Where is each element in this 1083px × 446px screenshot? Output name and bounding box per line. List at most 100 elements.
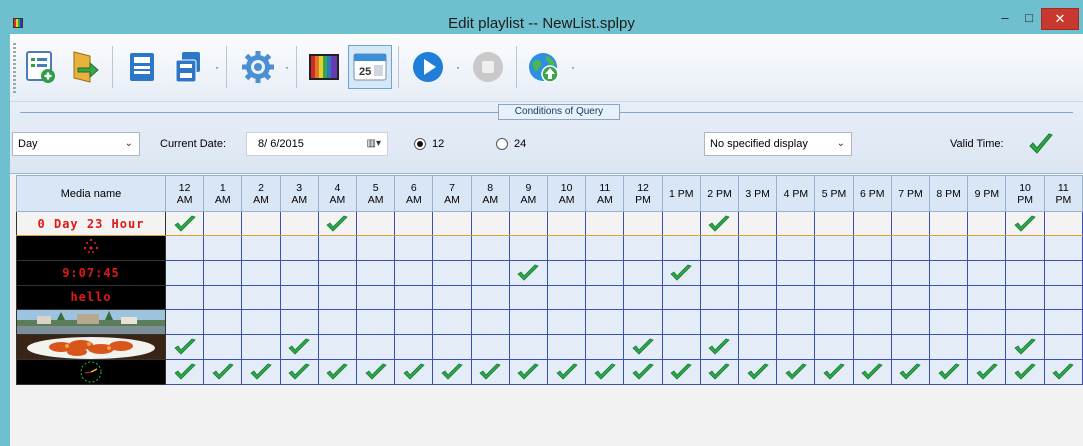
display-select[interactable]: No specified display ⌄ [704, 132, 852, 156]
hour-column-header[interactable]: 11 AM [585, 175, 625, 212]
schedule-cell[interactable] [929, 309, 969, 336]
schedule-cell[interactable] [699, 235, 740, 262]
schedule-cell[interactable] [967, 260, 1007, 286]
schedule-cell[interactable] [776, 284, 816, 311]
schedule-cell[interactable] [623, 284, 663, 311]
schedule-cell[interactable] [929, 235, 969, 262]
schedule-cell[interactable] [1005, 235, 1045, 262]
schedule-cell[interactable] [776, 359, 816, 386]
schedule-cell[interactable] [356, 334, 396, 361]
schedule-cell[interactable] [738, 334, 778, 361]
schedule-cell[interactable] [508, 309, 549, 336]
media-row[interactable]: 0 Day 23 Hour [16, 210, 1083, 237]
schedule-cell[interactable] [929, 334, 969, 361]
schedule-cell[interactable] [508, 334, 549, 361]
schedule-cell[interactable] [356, 284, 396, 311]
schedule-cell[interactable] [585, 359, 625, 386]
schedule-cell[interactable] [508, 359, 549, 386]
schedule-cell[interactable] [394, 235, 434, 262]
schedule-cell[interactable] [776, 210, 816, 237]
schedule-cell[interactable] [776, 334, 816, 361]
media-cell[interactable] [16, 309, 166, 336]
maximize-button[interactable]: □ [1016, 8, 1042, 30]
minimize-button[interactable]: – [992, 8, 1018, 30]
settings-dropdown[interactable]: · [282, 60, 292, 74]
stop-button[interactable] [466, 45, 510, 89]
schedule-cell[interactable] [432, 260, 472, 286]
save-as-dropdown[interactable]: · [212, 60, 222, 74]
schedule-cell[interactable] [776, 260, 816, 286]
hour-column-header[interactable]: 8 PM [929, 175, 969, 212]
schedule-cell[interactable] [852, 210, 892, 237]
schedule-cell[interactable] [1043, 309, 1083, 336]
schedule-cell[interactable] [699, 284, 740, 311]
hour-column-header[interactable]: 7 AM [432, 175, 472, 212]
media-row[interactable] [16, 309, 1083, 336]
schedule-cell[interactable] [470, 235, 510, 262]
schedule-cell[interactable] [890, 210, 931, 237]
settings-button[interactable] [236, 45, 280, 89]
schedule-cell[interactable] [394, 210, 434, 237]
schedule-cell[interactable] [1005, 284, 1045, 311]
schedule-cell[interactable] [164, 235, 205, 262]
schedule-cell[interactable] [394, 260, 434, 286]
schedule-cell[interactable] [241, 334, 281, 361]
schedule-cell[interactable] [432, 334, 472, 361]
schedule-cell[interactable] [394, 334, 434, 361]
hour-column-header[interactable]: 1 AM [203, 175, 243, 212]
schedule-cell[interactable] [547, 210, 587, 237]
add-item-button[interactable] [18, 45, 62, 89]
schedule-cell[interactable] [317, 309, 358, 336]
schedule-cell[interactable] [738, 260, 778, 286]
schedule-cell[interactable] [547, 334, 587, 361]
schedule-cell[interactable] [890, 309, 931, 336]
schedule-cell[interactable] [203, 334, 243, 361]
media-row[interactable] [16, 334, 1083, 361]
schedule-cell[interactable] [470, 210, 510, 237]
schedule-cell[interactable] [508, 235, 549, 262]
schedule-cell[interactable] [852, 309, 892, 336]
schedule-cell[interactable] [890, 260, 931, 286]
schedule-cell[interactable] [547, 235, 587, 262]
schedule-cell[interactable] [279, 210, 319, 237]
hour-column-header[interactable]: 4 AM [317, 175, 358, 212]
media-cell[interactable]: 0 Day 23 Hour [16, 210, 166, 237]
schedule-cell[interactable] [279, 235, 319, 262]
schedule-cell[interactable] [432, 210, 472, 237]
schedule-cell[interactable] [1005, 210, 1045, 237]
schedule-cell[interactable] [699, 309, 740, 336]
hour-column-header[interactable]: 11 PM [1043, 175, 1083, 212]
schedule-cell[interactable] [661, 210, 701, 237]
schedule-cell[interactable] [738, 210, 778, 237]
schedule-cell[interactable] [585, 260, 625, 286]
schedule-cell[interactable] [890, 334, 931, 361]
schedule-cell[interactable] [776, 235, 816, 262]
schedule-cell[interactable] [203, 210, 243, 237]
media-cell[interactable]: hello [16, 284, 166, 311]
calendar-button[interactable]: 25 [348, 45, 392, 89]
play-button[interactable] [406, 45, 450, 89]
hour-column-header[interactable]: 12 PM [623, 175, 663, 212]
schedule-cell[interactable] [432, 284, 472, 311]
schedule-cell[interactable] [929, 284, 969, 311]
schedule-cell[interactable] [967, 235, 1007, 262]
schedule-cell[interactable] [394, 309, 434, 336]
hour-column-header[interactable]: 3 PM [738, 175, 778, 212]
media-row[interactable]: 9:07:45 [16, 260, 1083, 286]
schedule-cell[interactable] [317, 284, 358, 311]
schedule-cell[interactable] [547, 309, 587, 336]
schedule-cell[interactable] [203, 284, 243, 311]
schedule-cell[interactable] [661, 284, 701, 311]
schedule-cell[interactable] [1043, 284, 1083, 311]
close-button[interactable]: ✕ [1041, 8, 1079, 30]
schedule-cell[interactable] [1043, 334, 1083, 361]
media-cell[interactable] [16, 334, 166, 361]
hour-column-header[interactable]: 9 PM [967, 175, 1007, 212]
schedule-cell[interactable] [1043, 210, 1083, 237]
schedule-cell[interactable] [317, 260, 358, 286]
schedule-cell[interactable] [394, 284, 434, 311]
schedule-cell[interactable] [585, 309, 625, 336]
schedule-cell[interactable] [470, 309, 510, 336]
schedule-cell[interactable] [1043, 260, 1083, 286]
schedule-cell[interactable] [623, 235, 663, 262]
